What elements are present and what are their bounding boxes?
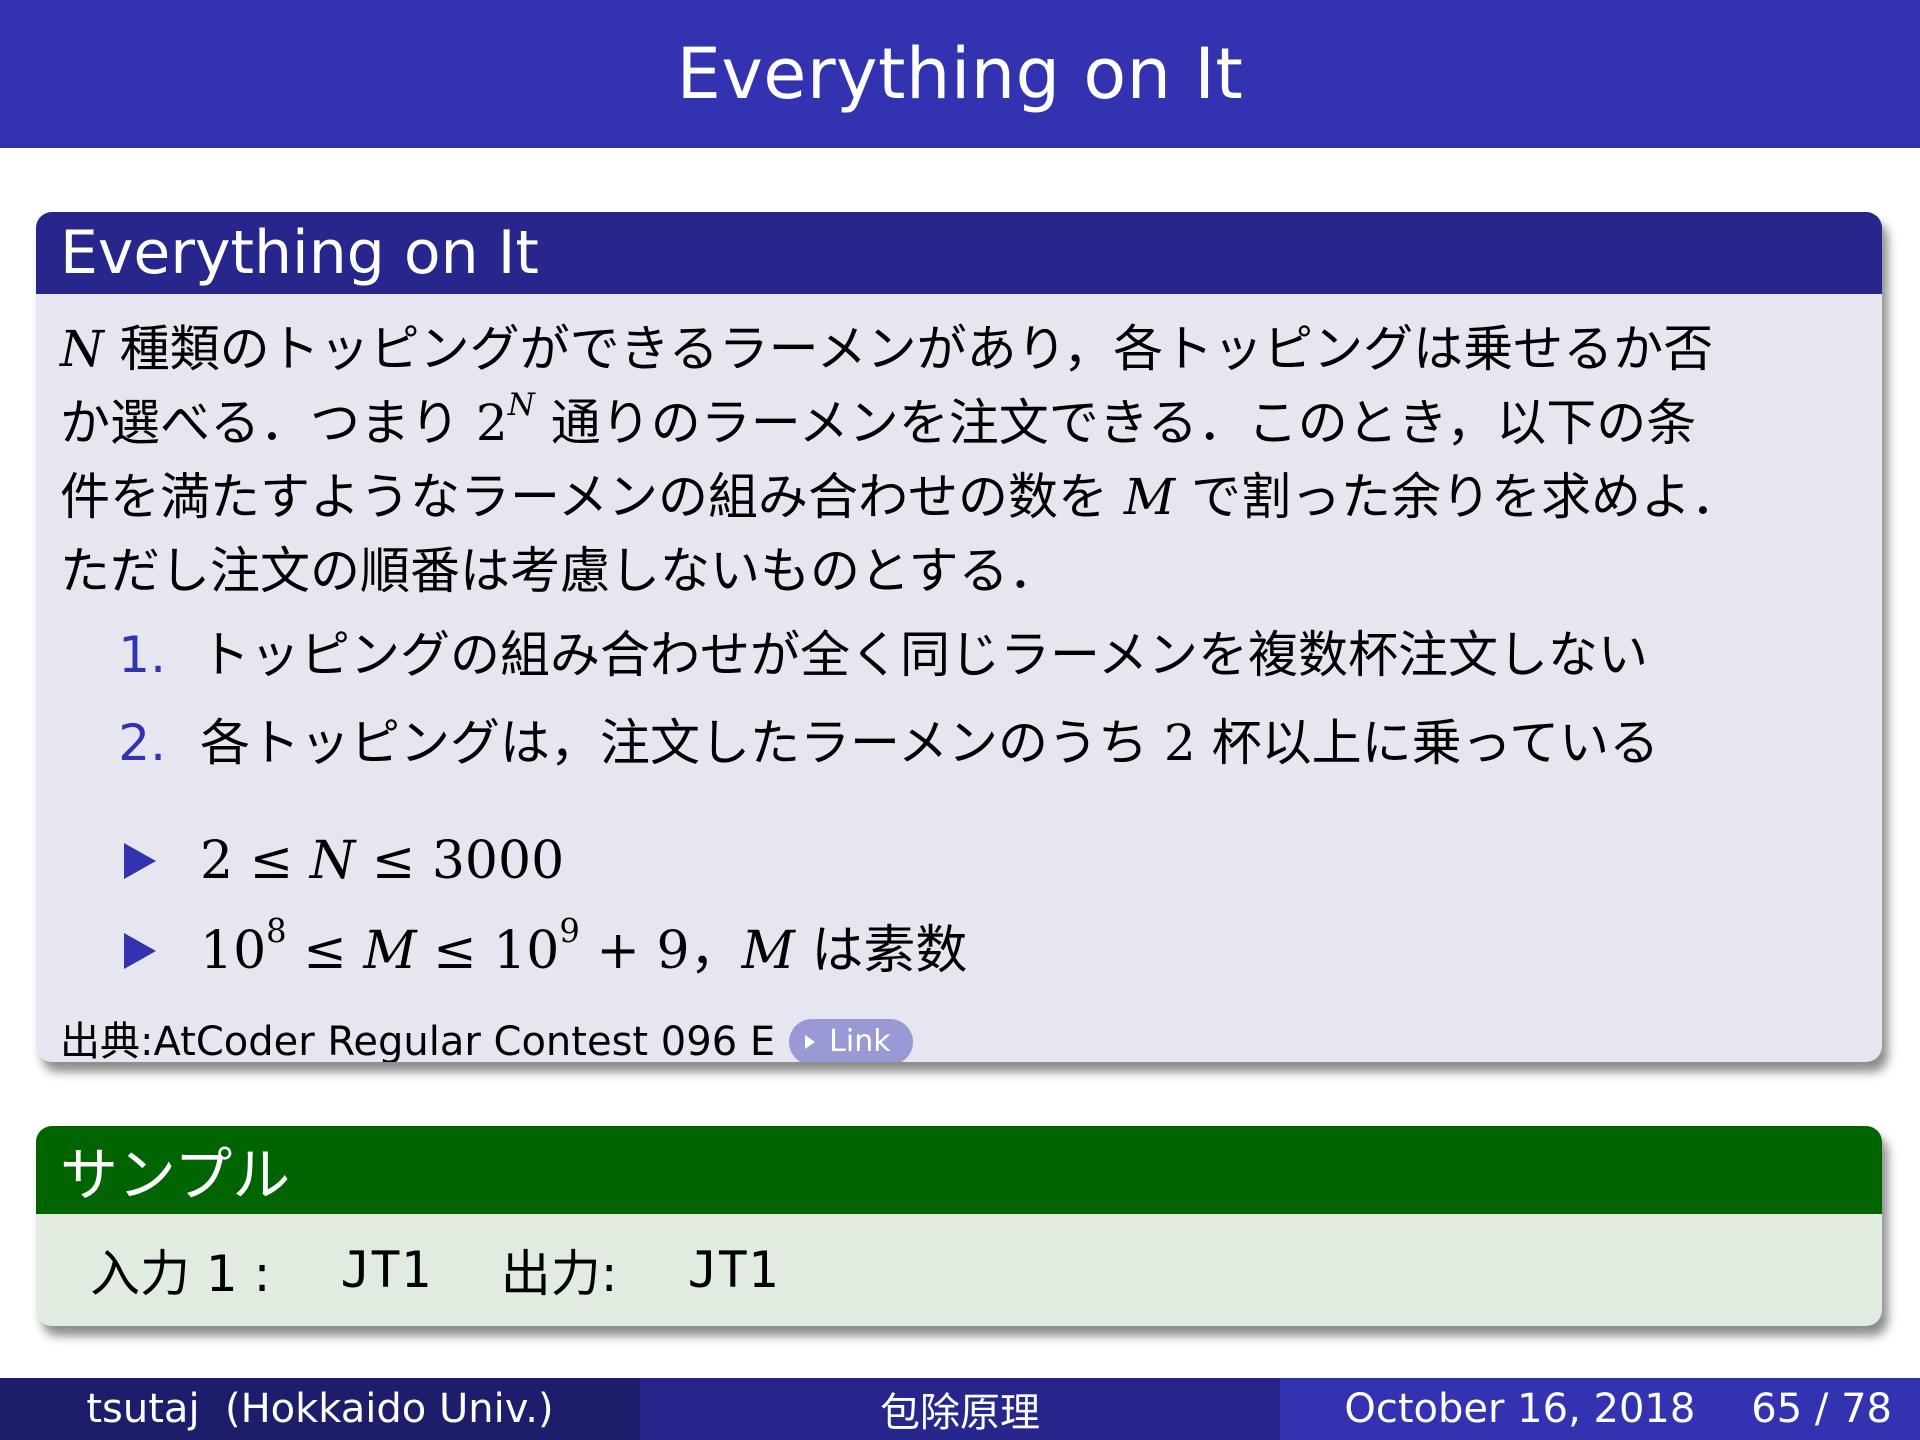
- statement-line-3b: で割った余りを求めよ．: [1175, 468, 1742, 526]
- statement-line-4: ただし注文の順番は考慮しないものとする．: [60, 542, 1059, 600]
- sample-block-body: 入力 1 : JT1 出力: JT1: [36, 1214, 1882, 1326]
- footer: tsutaj (Hokkaido Univ.) 包除原理 October 16,…: [0, 1378, 1920, 1440]
- source-prefix: 出典:: [60, 1019, 154, 1062]
- var-M: M: [1123, 468, 1176, 526]
- link-triangle-icon: [805, 1035, 816, 1049]
- math-base-2: 2: [475, 394, 508, 452]
- constraint-text: 2 ≤ N ≤ 3000: [200, 831, 565, 891]
- link-label: Link: [829, 1024, 891, 1059]
- frame-title: Everything on It: [0, 0, 1920, 148]
- sample-input-label: 入力 1 :: [90, 1245, 271, 1303]
- constraint-list: 2 ≤ N ≤ 3000 108 ≤ M ≤ 109 + 9，M は素数: [60, 816, 1858, 996]
- condition-text: トッピングの組み合わせが全く同じラーメンを複数杯注文しない: [200, 626, 1648, 684]
- sample-block-title: サンプル: [36, 1126, 1882, 1214]
- footer-topic: 包除原理: [640, 1378, 1280, 1440]
- footer-date: October 16, 2018: [1344, 1386, 1696, 1432]
- sample-output-value: JT1: [687, 1241, 778, 1299]
- sample-output-label: 出力:: [500, 1245, 618, 1303]
- statement-line-1: 種類のトッピングができるラーメンがあり，各トッピングは乗せるか否: [103, 320, 1714, 378]
- problem-statement: N 種類のトッピングができるラーメンがあり，各トッピングは乗せるか否 か選べる．…: [60, 312, 1858, 608]
- triangle-bullet-icon: [124, 933, 156, 969]
- problem-block-title: Everything on It: [36, 212, 1882, 294]
- condition-item: 1. トッピングの組み合わせが全く同じラーメンを複数杯注文しない: [60, 618, 1858, 706]
- triangle-bullet-icon: [124, 843, 156, 879]
- math-exp-N: N: [507, 387, 535, 424]
- source-citation: 出典: AtCoder Regular Contest 096 E Link: [60, 1012, 1858, 1062]
- condition-text: 各トッピングは，注文したラーメンのうち 2 杯以上に乗っている: [200, 714, 1660, 772]
- condition-item: 2. 各トッピングは，注文したラーメンのうち 2 杯以上に乗っている: [60, 706, 1858, 794]
- problem-block-body: N 種類のトッピングができるラーメンがあり，各トッピングは乗せるか否 か選べる．…: [36, 294, 1882, 1062]
- footer-author: tsutaj (Hokkaido Univ.): [0, 1378, 640, 1440]
- constraint-item: 2 ≤ N ≤ 3000: [60, 816, 1858, 906]
- statement-line-3a: 件を満たすようなラーメンの組み合わせの数を: [60, 468, 1124, 526]
- footer-page-number: 65 / 78: [1751, 1386, 1892, 1432]
- condition-number: 2.: [118, 714, 166, 772]
- constraint-text: 108 ≤ M ≤ 109 + 9，M は素数: [200, 912, 968, 981]
- var-N: N: [60, 320, 104, 378]
- statement-line-2b: 通りのラーメンを注文できる．このとき，以下の条: [534, 394, 1697, 452]
- constraint-item: 108 ≤ M ≤ 109 + 9，M は素数: [60, 906, 1858, 996]
- statement-line-2a: か選べる．つまり: [60, 394, 476, 452]
- footer-date-page: October 16, 2018 65 / 78: [1280, 1378, 1920, 1440]
- sample-block: サンプル 入力 1 : JT1 出力: JT1: [36, 1126, 1882, 1326]
- problem-block: Everything on It N 種類のトッピングができるラーメンがあり，各…: [36, 212, 1882, 1062]
- link-button[interactable]: Link: [789, 1019, 913, 1062]
- condition-number: 1.: [118, 626, 166, 684]
- source-name: AtCoder Regular Contest 096 E: [153, 1019, 776, 1062]
- sample-input-value: JT1: [340, 1241, 431, 1299]
- condition-list: 1. トッピングの組み合わせが全く同じラーメンを複数杯注文しない 2. 各トッピ…: [60, 618, 1858, 794]
